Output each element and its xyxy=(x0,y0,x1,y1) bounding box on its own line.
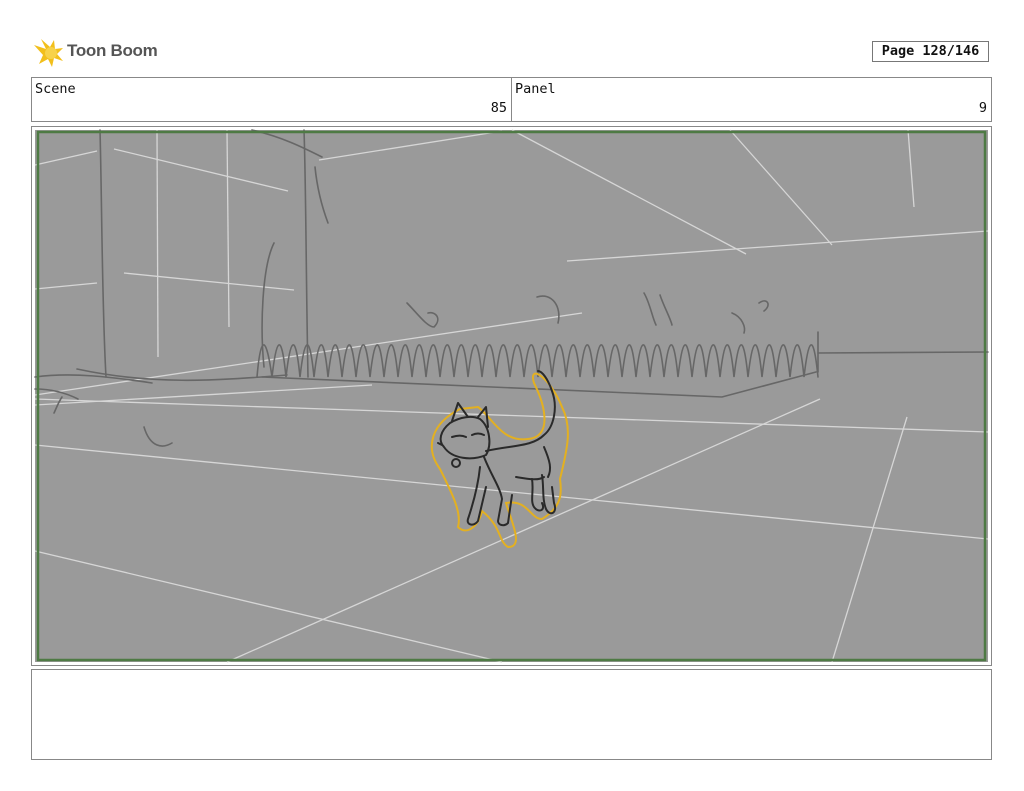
scene-number: 85 xyxy=(490,100,507,116)
storyboard-frame xyxy=(31,126,992,666)
toon-boom-logo: Toon Boom xyxy=(32,36,162,70)
panel-cell: Panel 9 xyxy=(512,78,991,121)
scene-label: Scene xyxy=(35,81,76,97)
scene-cell: Scene 85 xyxy=(32,78,512,121)
page-number: Page 128/146 xyxy=(872,41,989,62)
logo-text: Toon Boom xyxy=(67,41,158,60)
panel-number: 9 xyxy=(978,100,987,116)
panel-label: Panel xyxy=(515,81,556,97)
panel-sketch xyxy=(34,129,989,663)
logo-burst-icon xyxy=(34,39,63,67)
panel-notes-box[interactable] xyxy=(31,669,992,760)
scene-panel-header: Scene 85 Panel 9 xyxy=(31,77,992,122)
